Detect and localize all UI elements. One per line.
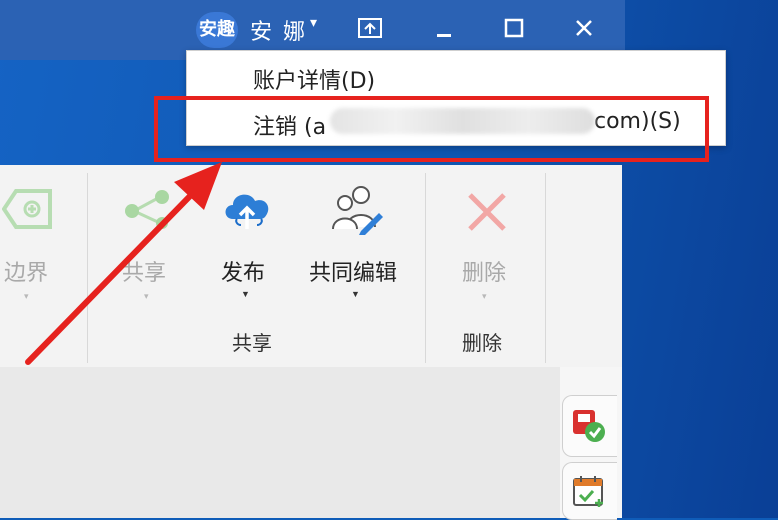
- annotation-arrow-icon: [25, 162, 222, 365]
